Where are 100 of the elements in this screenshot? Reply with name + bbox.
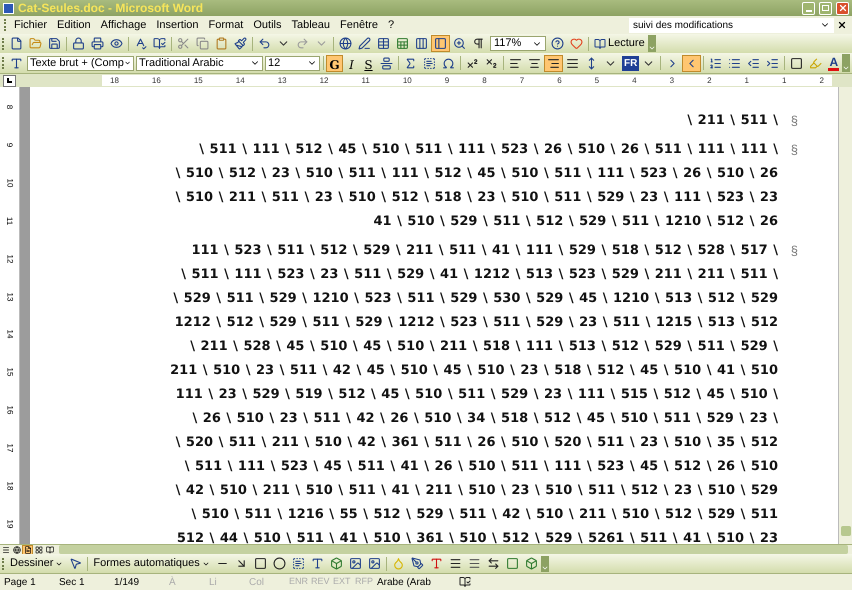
text-line: \ 510 \ 511 \ 1216 \ 55 \ 512 \ 529 \ 511 \ 42 \ 510 \ 211 \ 510 \ 512 \ 529 \ 511	[190, 506, 778, 524]
spelling-status-icon	[459, 576, 471, 588]
status-field: EXT	[333, 575, 355, 589]
text-line: \ 511 \ 111 \ 523 \ 45 \ 511 \ 41 \ 26 \ 510 \ 511 \ 111 \ 523 \ 45 \ 512 \ 26 \ 510	[184, 458, 778, 476]
ruler-number: 19	[4, 520, 16, 528]
ruler-number: 13	[278, 74, 287, 86]
ruler-number: 4	[632, 74, 637, 86]
menu-item[interactable]: Affichage	[96, 17, 152, 33]
text-line: \ 42 \ 510 \ 211 \ 510 \ 511 \ 41 \ 211 \ 510 \ 23 \ 510 \ 511 \ 512 \ 23 \ 510 \ 529	[174, 482, 778, 500]
text-line: 111 \ 523 \ 511 \ 512 \ 529 \ 211 \ 511 \ 41 \ 111 \ 529 \ 518 \ 512 \ 528 \ 517 \	[190, 242, 778, 260]
text-line: 1212 \ 512 \ 529 \ 511 \ 529 \ 1212 \ 523 \ 511 \ 529 \ 23 \ 511 \ 1215 \ 513 \ 512	[174, 314, 778, 332]
close-button[interactable]	[836, 2, 849, 14]
close-icon	[837, 20, 847, 30]
status-field: ENR	[289, 575, 311, 589]
font-size-field[interactable]: 12	[265, 56, 320, 70]
ruler-number: 18	[110, 74, 119, 86]
ruler-number: 16	[152, 74, 161, 86]
bold-button[interactable]: G	[326, 54, 343, 72]
text-line: 41 \ 510 \ 529 \ 511 \ 512 \ 529 \ 511 \ 1210 \ 512 \ 26	[372, 213, 778, 232]
reading-view-button[interactable]	[44, 544, 55, 554]
ruler-number: 11	[4, 216, 16, 225]
menu-item[interactable]: Tableau	[286, 17, 336, 33]
status-field: Li	[209, 574, 249, 590]
menu-item[interactable]: Edition	[52, 17, 96, 33]
font-field[interactable]: Traditional Arabic	[136, 56, 263, 70]
ruler-number: 1	[782, 74, 786, 86]
ruler-number: 10	[4, 178, 16, 188]
zoom-field[interactable]: 117%	[490, 36, 546, 51]
horizontal-scrollbar[interactable]	[59, 545, 848, 554]
section-mark: §	[790, 242, 798, 260]
ruler-number: 6	[557, 74, 562, 86]
ruler-number: 10	[402, 74, 412, 86]
italic-button[interactable]: I	[343, 54, 360, 72]
menu-item[interactable]: Fenêtre	[335, 17, 383, 33]
ruler-number: 13	[4, 292, 16, 301]
word-document-icon	[3, 2, 14, 14]
help-search-field[interactable]: suivi des modifications	[629, 18, 834, 32]
menu-item[interactable]: ?	[382, 17, 400, 33]
text-line: \ 211 \ 511 \	[686, 112, 778, 130]
ruler-number: 12	[4, 254, 16, 264]
ruler-number: 11	[362, 74, 370, 86]
text-line: \ 26 \ 510 \ 23 \ 511 \ 42 \ 26 \ 510 \ 34 \ 518 \ 512 \ 45 \ 510 \ 511 \ 529 \ 23 \	[192, 410, 778, 428]
ruler-number: 16	[4, 406, 16, 415]
ruler-number: 15	[194, 74, 203, 86]
text-line: \ 211 \ 528 \ 45 \ 510 \ 45 \ 510 \ 211 \ 518 \ 111 \ 513 \ 512 \ 529 \ 511 \ 529 \	[189, 338, 778, 356]
normal-view-button[interactable]	[0, 544, 11, 554]
text-line: 211 \ 510 \ 23 \ 511 \ 42 \ 45 \ 510 \ 45 \ 510 \ 23 \ 518 \ 512 \ 45 \ 510 \ 41 \ 510	[169, 362, 778, 380]
section-mark: §	[790, 141, 798, 160]
text-line: \ 511 \ 111 \ 523 \ 23 \ 511 \ 529 \ 41 \ 1212 \ 513 \ 523 \ 529 \ 211 \ 211 \ 511 \	[180, 266, 778, 284]
menu-item[interactable]: Outils	[248, 17, 286, 33]
autoshapes-menu[interactable]: Formes automatiques	[90, 555, 213, 572]
section-mark: §	[790, 112, 798, 130]
align-right-icon[interactable]	[544, 54, 563, 72]
ruler-number: 8	[482, 74, 487, 86]
document-map-icon[interactable]	[431, 35, 450, 52]
text-line: \ 520 \ 511 \ 211 \ 510 \ 42 \ 361 \ 511 \ 26 \ 510 \ 520 \ 511 \ 23 \ 510 \ 35 \ 512	[174, 434, 778, 452]
window-title: Cat-Seules.doc - Microsoft Word	[18, 0, 204, 17]
status-field: REV	[311, 575, 333, 589]
text-line: 111 \ 23 \ 529 \ 519 \ 512 \ 45 \ 510 \ 511 \ 529 \ 23 \ 111 \ 515 \ 512 \ 45 \ 510 \	[174, 386, 778, 404]
language-button[interactable]: FR	[622, 56, 640, 70]
tab-selector[interactable]	[3, 74, 16, 86]
ruler-number: 2	[707, 74, 712, 86]
status-field: Arabe (Arab	[377, 574, 447, 590]
underline-button[interactable]: S	[360, 54, 377, 72]
ruler-number: 8	[4, 104, 16, 110]
ruler-number: 9	[444, 74, 450, 86]
menu-item[interactable]: Format	[204, 17, 248, 33]
print-view-button[interactable]	[22, 544, 33, 554]
ruler-number: 14	[4, 330, 16, 339]
draw-menu[interactable]: Dessiner	[7, 555, 66, 572]
book-icon	[594, 38, 606, 50]
ruler-number: 18	[4, 482, 16, 491]
status-field: Sec 1	[59, 574, 114, 590]
text-line: \ 529 \ 511 \ 529 \ 1210 \ 523 \ 511 \ 529 \ 530 \ 529 \ 45 \ 1210 \ 513 \ 512 \ 529	[172, 290, 778, 308]
menu-item[interactable]: Fichier	[9, 17, 52, 33]
right-to-left-icon[interactable]	[682, 54, 702, 72]
status-field: Page 1	[4, 574, 59, 590]
style-field[interactable]: Texte brut + (Comp	[27, 56, 134, 70]
reading-layout-button[interactable]: Lecture	[591, 35, 648, 52]
status-field: RFP	[355, 575, 377, 589]
ruler-number: 7	[520, 74, 524, 86]
status-field: 1/149	[114, 574, 169, 590]
text-line: \ 510 \ 211 \ 511 \ 23 \ 510 \ 512 \ 518 \ 23 \ 510 \ 511 \ 529 \ 23 \ 111 \ 523 \ 23	[174, 189, 778, 208]
menu-item[interactable]: Insertion	[151, 17, 204, 33]
ruler-number: 17	[4, 444, 16, 453]
ruler-number: 15	[4, 368, 16, 377]
text-line: 512 \ 44 \ 510 \ 511 \ 41 \ 510 \ 361 \ 510 \ 512 \ 529 \ 5261 \ 511 \ 41 \ 510 \ 23	[176, 530, 778, 544]
web-view-button[interactable]	[11, 544, 22, 554]
ruler-number: 9	[4, 142, 16, 148]
status-field: À	[169, 574, 209, 590]
ruler-number: 2	[819, 74, 824, 86]
ruler-number: 1	[744, 74, 749, 86]
ruler-number: 12	[320, 74, 329, 86]
ruler-number: 3	[670, 74, 674, 86]
vertical-scrollbar[interactable]	[838, 87, 852, 544]
ruler-number: 5	[594, 74, 600, 86]
text-line: \ 511 \ 111 \ 512 \ 45 \ 510 \ 511 \ 111 \ 523 \ 26 \ 510 \ 26 \ 511 \ 111 \ 111 \	[198, 141, 778, 160]
outline-view-button[interactable]	[33, 544, 44, 554]
font-color-button[interactable]: A	[825, 54, 842, 72]
text-line: \ 510 \ 512 \ 23 \ 510 \ 511 \ 111 \ 512 \ 45 \ 510 \ 511 \ 111 \ 523 \ 26 \ 510 \ 26	[174, 165, 778, 184]
